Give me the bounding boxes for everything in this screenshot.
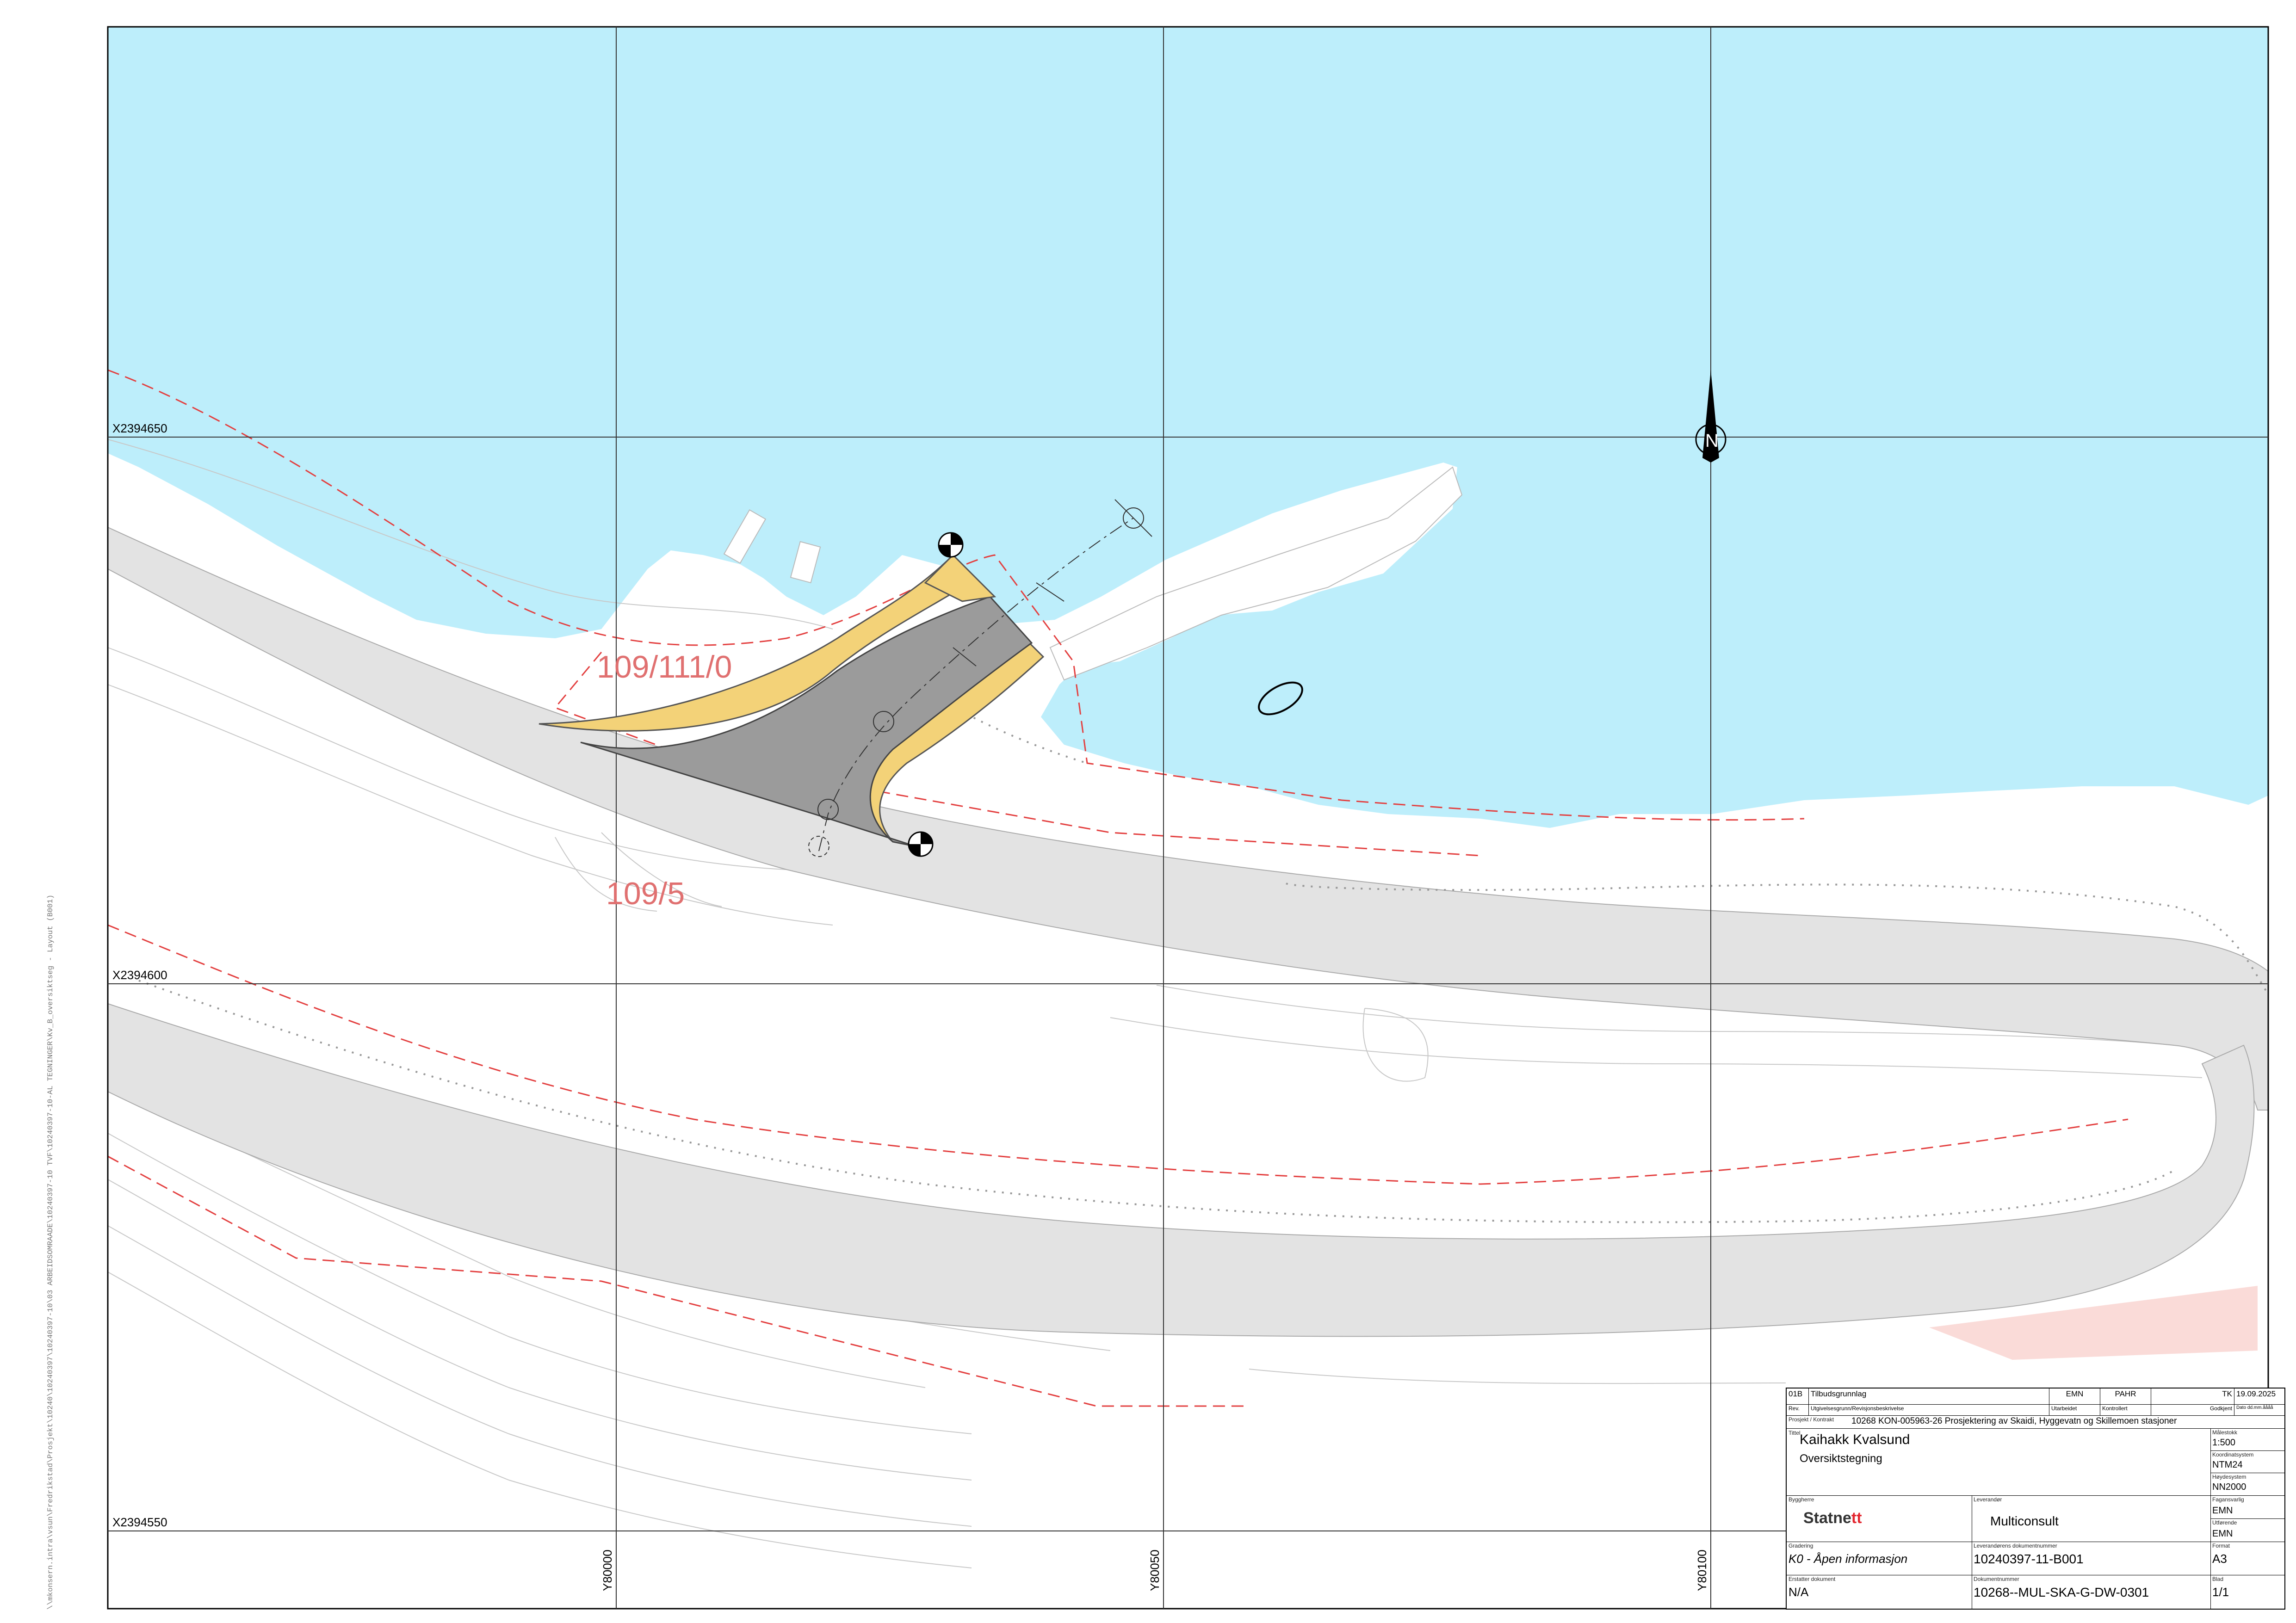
- supplier-value: Multiconsult: [1990, 1514, 2059, 1528]
- file-path: \\mkonsern.intra\vsun\Fredrikstad\Prosje…: [46, 895, 55, 1610]
- revision-approved: TK: [2151, 1388, 2234, 1404]
- format-field: Format A3: [2210, 1542, 2284, 1575]
- north-arrow-letter: N: [1705, 431, 1719, 451]
- grid-label-y-mid: Y80050: [1148, 1549, 1162, 1591]
- plot-label-upper: 109/111/0: [597, 649, 732, 685]
- revision-header-row: Rev. Utgivelsesgrunn/Revisjonsbeskrivels…: [1787, 1404, 2284, 1416]
- statnett-logo: Statnett: [1803, 1509, 1862, 1527]
- coord-value: NTM24: [2212, 1460, 2243, 1470]
- revision-checked: PAHR: [2100, 1388, 2151, 1404]
- format-value: A3: [2212, 1552, 2227, 1566]
- title-label: Tittel: [1789, 1430, 1801, 1436]
- sheet-label: Blad: [2212, 1576, 2224, 1582]
- sheet-field: Blad 1/1: [2210, 1575, 2284, 1609]
- owner-label: Byggherre: [1789, 1496, 1814, 1503]
- survey-marker-bottom: [908, 831, 934, 857]
- grid-label-x-top: X2394650: [112, 421, 167, 435]
- grading-field: Gradering K0 - Åpen informasjon: [1787, 1542, 1972, 1575]
- title-section: Tittel Kaihakk Kvalsund Oversiktstegning: [1787, 1428, 2211, 1496]
- supplier-doc-label: Leverandørens dokumentnummer: [1974, 1543, 2057, 1549]
- sheet-value: 1/1: [2212, 1585, 2229, 1599]
- issued-field: Utførende EMN: [2210, 1518, 2284, 1542]
- scale-field: Målestokk 1:500: [2210, 1428, 2284, 1451]
- site-plan-map: X2394650 X2394600 X2394550 Y80000 Y80050…: [107, 26, 2269, 1610]
- supplier-label: Leverandør: [1974, 1496, 2002, 1503]
- doc-number-value: 10268--MUL-SKA-G-DW-0301: [1974, 1585, 2149, 1599]
- doc-number-label: Dokumentnummer: [1974, 1576, 2019, 1582]
- revision-header-prepared: Utarbeidet: [2049, 1404, 2100, 1415]
- drawing-title: Kaihakk Kvalsund: [1800, 1432, 1910, 1447]
- revision-date: 19.09.2025: [2236, 1389, 2276, 1398]
- issued-label: Utførende: [2212, 1519, 2237, 1526]
- revision-header-rev: Rev.: [1787, 1404, 1809, 1415]
- drawing-subtitle: Oversiktstegning: [1800, 1452, 1882, 1465]
- coord-label: Koordinatsystem: [2212, 1451, 2254, 1458]
- statnett-logo-accent: tt: [1851, 1509, 1862, 1527]
- resp-field: Fagansvarlig EMN: [2210, 1495, 2284, 1519]
- revision-header-approved: Godkjent: [2151, 1404, 2234, 1415]
- grid-label-x-bottom: X2394550: [112, 1515, 167, 1529]
- grid-label-y-right: Y80100: [1695, 1549, 1709, 1591]
- doc-number-field: Dokumentnummer 10268--MUL-SKA-G-DW-0301: [1972, 1575, 2211, 1609]
- revision-number: 01B: [1787, 1388, 1809, 1404]
- title-block: 01B Tilbudsgrunnlag EMN PAHR TK 19.09.20…: [1786, 1388, 2285, 1610]
- height-label: Høydesystem: [2212, 1474, 2246, 1480]
- scale-label: Målestokk: [2212, 1429, 2238, 1436]
- supplier-field: Leverandør Multiconsult: [1972, 1495, 2211, 1542]
- road-lower: [107, 1003, 2255, 1337]
- project-row: Prosjekt / Kontrakt 10268 KON-005963-26 …: [1787, 1415, 2284, 1429]
- replaces-label: Erstatter dokument: [1789, 1576, 1836, 1582]
- issued-value: EMN: [2212, 1529, 2233, 1539]
- supplier-doc-value: 10240397-11-B001: [1974, 1552, 2084, 1566]
- plot-label-lower: 109/5: [606, 876, 685, 911]
- coord-field: Koordinatsystem NTM24: [2210, 1450, 2284, 1473]
- owner-field: Byggherre Statnett: [1787, 1495, 1972, 1542]
- project-label: Prosjekt / Kontrakt: [1789, 1416, 1834, 1423]
- revision-prepared: EMN: [2049, 1388, 2100, 1404]
- revision-header-description: Utgivelsesgrunn/Revisjonsbeskrivelse: [1809, 1404, 2049, 1415]
- height-field: Høydesystem NN2000: [2210, 1473, 2284, 1496]
- survey-marker-top: [938, 532, 964, 558]
- statnett-logo-main: Statne: [1803, 1509, 1851, 1527]
- grid-label-y-left: Y80000: [600, 1549, 614, 1591]
- project-value: 10268 KON-005963-26 Prosjektering av Ska…: [1851, 1416, 2177, 1426]
- resp-value: EMN: [2212, 1506, 2233, 1516]
- revision-header-date: Dato dd.mm.åååå: [2236, 1405, 2273, 1410]
- replaces-value: N/A: [1789, 1585, 1809, 1599]
- grading-label: Gradering: [1789, 1543, 1813, 1549]
- supplier-doc-field: Leverandørens dokumentnummer 10240397-11…: [1972, 1542, 2211, 1575]
- grid-label-x-mid: X2394600: [112, 968, 167, 982]
- resp-label: Fagansvarlig: [2212, 1496, 2244, 1503]
- revision-header-checked: Kontrollert: [2100, 1404, 2151, 1415]
- revision-row: 01B Tilbudsgrunnlag EMN PAHR TK 19.09.20…: [1787, 1388, 2284, 1405]
- replaces-field: Erstatter dokument N/A: [1787, 1575, 1972, 1609]
- grading-value: K0 - Åpen informasjon: [1789, 1552, 1908, 1566]
- revision-description: Tilbudsgrunnlag: [1809, 1388, 2049, 1404]
- format-label: Format: [2212, 1543, 2230, 1549]
- scale-value: 1:500: [2212, 1438, 2236, 1448]
- height-value: NN2000: [2212, 1482, 2246, 1492]
